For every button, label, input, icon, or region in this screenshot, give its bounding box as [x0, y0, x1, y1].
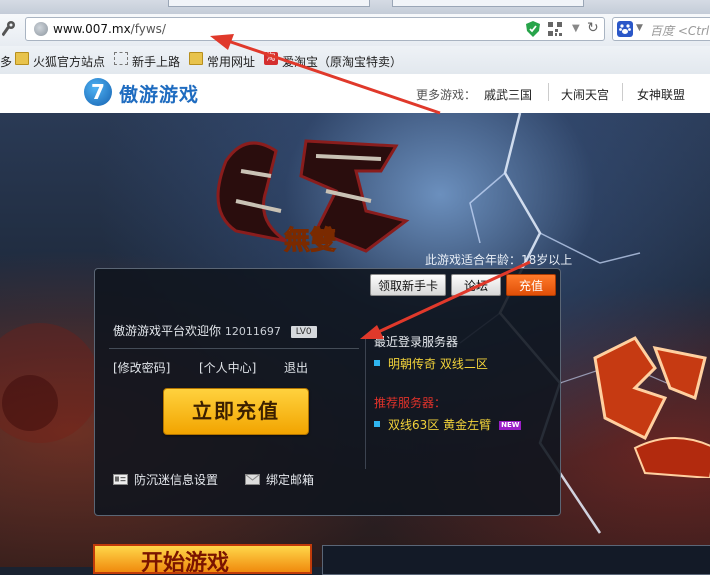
logo-badge[interactable]: 7	[84, 78, 112, 106]
browser-tab[interactable]	[168, 0, 370, 7]
chevron-down-icon[interactable]: ▼	[572, 23, 580, 34]
bookmark-common-sites[interactable]: 常用网址	[207, 53, 255, 70]
server-name: 双线63区 黄金左臂	[388, 418, 492, 432]
logout-link[interactable]: 退出	[284, 359, 308, 376]
anti-addiction-label: 防沉迷信息设置	[134, 473, 219, 487]
level-badge: LV0	[290, 325, 317, 338]
mail-icon	[245, 474, 260, 485]
site-header: 7 傲游游戏 更多游戏： 戚武三国 大闹天宫 女神联盟	[0, 74, 710, 114]
more-game-link[interactable]: 女神联盟	[637, 86, 685, 103]
recommended-servers-title: 推荐服务器：	[374, 396, 447, 410]
chevron-down-icon[interactable]: ▼	[636, 23, 643, 33]
divider	[548, 83, 549, 101]
folder-icon	[189, 52, 203, 65]
id-card-icon	[113, 474, 128, 485]
bookmark-firefox-site[interactable]: 火狐官方站点	[33, 53, 105, 70]
user-id: 12011697	[224, 325, 281, 338]
newbie-card-button[interactable]: 领取新手卡	[370, 274, 446, 296]
recharge-button[interactable]: 充值	[506, 274, 556, 296]
new-badge: NEW	[499, 421, 522, 430]
reload-icon[interactable]: ↻	[587, 20, 599, 36]
user-center-link[interactable]: [个人中心]	[199, 359, 256, 376]
server-name: 明朝传奇 双线二区	[388, 357, 488, 371]
recent-server-item[interactable]: 明朝传奇 双线二区	[374, 355, 488, 372]
page-icon	[114, 52, 128, 65]
url-domain: www.007.mx	[53, 22, 131, 36]
recommended-server-item[interactable]: 双线63区 黄金左臂 NEW	[374, 416, 522, 433]
qr-code-icon[interactable]	[548, 22, 562, 36]
divider	[109, 348, 359, 349]
recharge-now-button[interactable]: 立即充值	[163, 388, 309, 435]
game-logo[interactable]: 無雙	[196, 131, 426, 261]
search-input[interactable]: 百度 <Ctrl+	[650, 22, 710, 39]
folder-icon	[15, 52, 29, 65]
divider	[365, 339, 366, 469]
browser-tab[interactable]	[392, 0, 584, 7]
globe-icon	[34, 22, 48, 36]
bind-email-label: 绑定邮箱	[266, 473, 315, 487]
search-box[interactable]: ▼ 百度 <Ctrl+	[612, 17, 710, 41]
browser-chrome: www.007.mx/fyws/ ▼ ↻ ▼ 百度 <Ctrl+ 多 火狐官方站…	[0, 0, 710, 75]
tab-strip	[0, 0, 710, 14]
welcome-label: 傲游游戏平台欢迎你	[113, 324, 222, 338]
welcome-text: 傲游游戏平台欢迎你 12011697 LV0	[113, 322, 317, 339]
baidu-paw-icon[interactable]	[617, 21, 633, 37]
divider	[622, 83, 623, 101]
forum-button[interactable]: 论坛	[451, 274, 501, 296]
url-path: /fyws/	[130, 22, 166, 36]
anti-addiction-link[interactable]: 防沉迷信息设置	[113, 471, 218, 488]
bullet-icon	[374, 360, 380, 366]
more-game-link[interactable]: 大闹天宫	[561, 86, 609, 103]
game-logo-subtitle: 無雙	[284, 226, 336, 256]
bookmark-getting-started[interactable]: 新手上路	[132, 53, 180, 70]
site-logo[interactable]: 傲游游戏	[119, 80, 199, 107]
recent-servers-title: 最近登录服务器	[374, 335, 459, 349]
bookmark-taobao[interactable]: 爱淘宝（原淘宝特卖）	[282, 53, 402, 70]
address-bar[interactable]: www.007.mx/fyws/ ▼ ↻	[25, 17, 605, 41]
bullet-icon	[374, 421, 380, 427]
bookmarks-bar: 多 火狐官方站点 新手上路 常用网址 淘 爱淘宝（原淘宝特卖）	[0, 46, 710, 75]
url-text[interactable]: www.007.mx/fyws/	[53, 22, 166, 36]
key-icon[interactable]	[2, 20, 16, 38]
change-password-link[interactable]: [修改密码]	[113, 359, 170, 376]
start-game-button[interactable]: 开始游戏	[93, 544, 312, 574]
bookmark-overflow[interactable]: 多	[0, 53, 12, 70]
more-game-link[interactable]: 戚武三国	[484, 86, 532, 103]
taobao-icon: 淘	[264, 52, 278, 65]
side-promo-art[interactable]	[575, 328, 710, 478]
more-games-label: 更多游戏：	[416, 88, 477, 102]
bind-email-link[interactable]: 绑定邮箱	[245, 471, 314, 488]
bottom-promo-panel[interactable]	[322, 545, 710, 575]
shield-icon[interactable]	[526, 21, 540, 37]
user-panel: 领取新手卡 论坛 充值 傲游游戏平台欢迎你 12011697 LV0 [修改密码…	[94, 268, 561, 516]
age-notice: 此游戏适合年龄：18岁以上	[425, 253, 573, 267]
